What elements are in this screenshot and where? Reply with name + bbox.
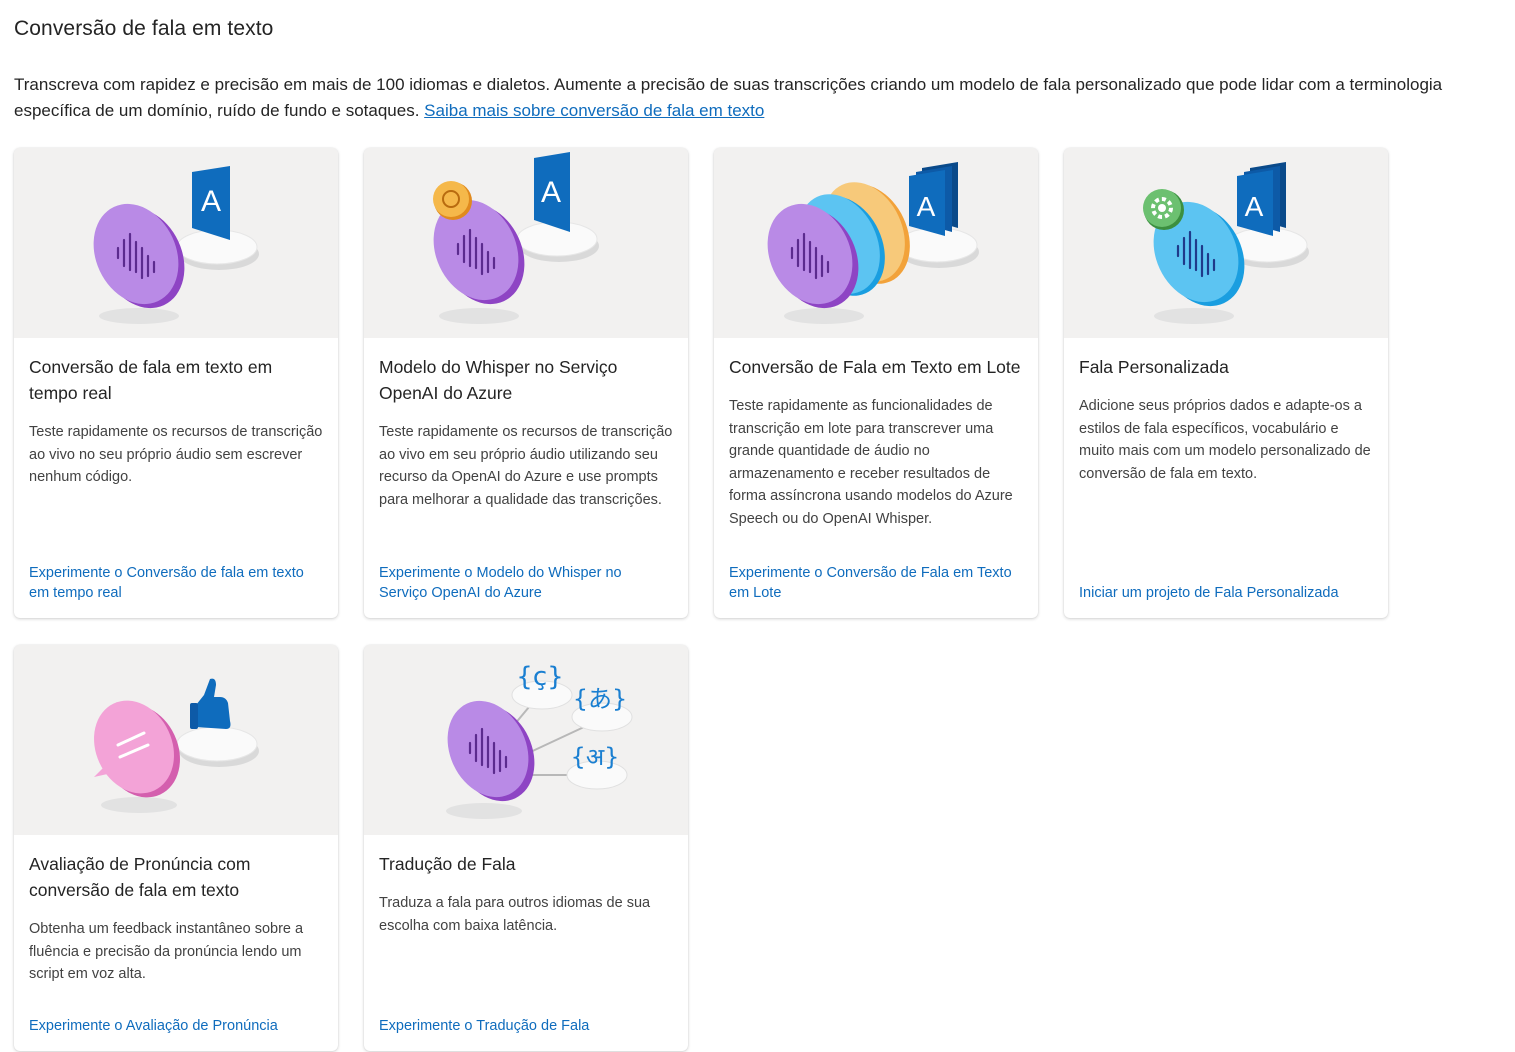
card-batch-stt[interactable]: A Conversão de Fala em Texto em Lote Tes… — [714, 148, 1038, 618]
letter-a-glyph: A — [917, 191, 936, 222]
card-description: Teste rapidamente os recursos de transcr… — [379, 424, 673, 508]
card-title: Conversão de fala em texto em tempo real — [29, 357, 273, 403]
card-speech-translation[interactable]: {ç} {あ} {अ} Tradução de Fala Traduza a f… — [364, 645, 688, 1051]
purple-speech-disc-to-text-icon: A — [93, 166, 259, 324]
card-title: Tradução de Fala — [379, 854, 516, 874]
openai-whisper-speech-icon: A — [433, 152, 599, 324]
try-speech-translation-link[interactable]: Experimente o Tradução de Fala — [379, 1016, 673, 1036]
try-batch-stt-link[interactable]: Experimente o Conversão de Fala em Texto… — [729, 563, 1023, 603]
card-hero: A — [14, 148, 338, 338]
card-title: Fala Personalizada — [1079, 357, 1229, 377]
card-hero — [14, 645, 338, 835]
card-description: Teste rapidamente os recursos de transcr… — [29, 424, 323, 485]
card-title: Modelo do Whisper no Serviço OpenAI do A… — [379, 357, 618, 403]
learn-more-link[interactable]: Saiba mais sobre conversão de fala em te… — [424, 101, 764, 120]
page-title: Conversão de fala em texto — [14, 17, 274, 40]
start-custom-speech-link[interactable]: Iniciar um projeto de Fala Personalizada — [1079, 583, 1373, 603]
batch-speech-discs-icon: A — [767, 162, 979, 324]
card-hero: A — [364, 148, 688, 338]
card-whisper-openai[interactable]: A Modelo do Whisper no Serviço OpenAI do… — [364, 148, 688, 618]
letter-a-glyph: A — [201, 185, 221, 218]
card-hero: A — [1064, 148, 1388, 338]
hiragana-glyph: {あ} — [573, 685, 628, 713]
card-custom-speech[interactable]: A Fala Personalizada Adicione seus própr… — [1064, 148, 1388, 618]
letter-a-glyph: A — [541, 176, 561, 209]
try-pronunciation-link[interactable]: Experimente o Avaliação de Pronúncia — [29, 1016, 323, 1036]
card-realtime-stt[interactable]: A Conversão de fala em texto em tempo re… — [14, 148, 338, 618]
card-pronunciation[interactable]: Avaliação de Pronúncia com conversão de … — [14, 645, 338, 1051]
card-title: Avaliação de Pronúncia com conversão de … — [29, 854, 251, 900]
try-realtime-stt-link[interactable]: Experimente o Conversão de fala em texto… — [29, 563, 323, 603]
card-hero: A — [714, 148, 1038, 338]
try-whisper-link[interactable]: Experimente o Modelo do Whisper no Servi… — [379, 563, 673, 603]
letter-a-glyph: A — [1245, 191, 1264, 222]
card-hero: {ç} {あ} {अ} — [364, 645, 688, 835]
card-description: Teste rapidamente as funcionalidades de … — [729, 398, 1013, 527]
pronunciation-thumbs-up-icon — [94, 678, 259, 813]
card-description: Traduza a fala para outros idiomas de su… — [379, 895, 651, 934]
devanagari-glyph: {अ} — [571, 743, 620, 771]
card-description: Adicione seus próprios dados e adapte-os… — [1079, 398, 1371, 482]
card-description: Obtenha um feedback instantâneo sobre a … — [29, 921, 304, 982]
speech-translation-icon: {ç} {あ} {अ} — [446, 662, 633, 819]
custom-speech-gear-icon: A — [1143, 162, 1309, 324]
cedilla-glyph: {ç} — [516, 662, 563, 692]
page-intro: Transcreva com rapidez e precisão em mai… — [14, 72, 1494, 124]
card-title: Conversão de Fala em Texto em Lote — [729, 357, 1021, 377]
